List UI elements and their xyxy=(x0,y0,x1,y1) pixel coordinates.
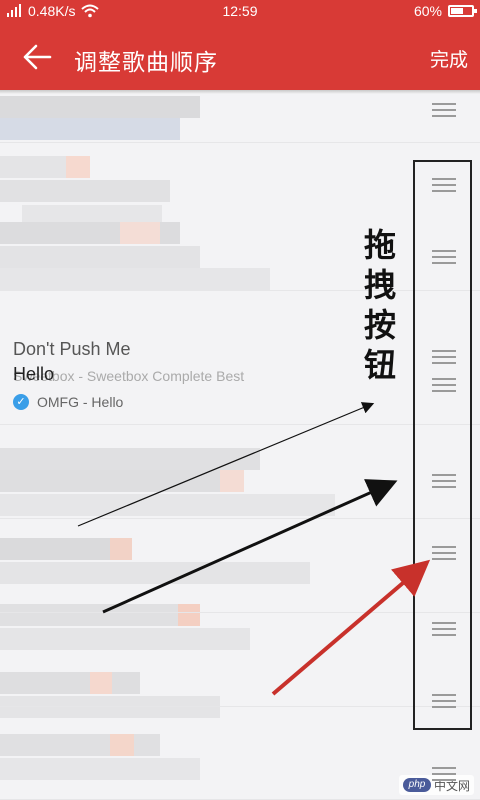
drag-handle-icon[interactable] xyxy=(432,694,456,708)
drag-handle-icon[interactable] xyxy=(432,250,456,264)
drag-handle-icon[interactable] xyxy=(432,474,456,488)
annotation-arrows xyxy=(77,402,431,696)
watermark-logo: php xyxy=(402,778,431,792)
drag-handle-icon[interactable] xyxy=(432,546,456,560)
drag-handle-icon[interactable] xyxy=(432,767,456,781)
drag-handle-icon[interactable] xyxy=(432,622,456,636)
drag-handle-icon[interactable] xyxy=(432,378,456,392)
annotation-arrow-thick xyxy=(102,479,398,614)
annotation-arrow-red xyxy=(271,559,431,696)
annotation-arrow-thin xyxy=(77,402,375,527)
drag-handle-icon[interactable] xyxy=(432,178,456,192)
drag-handle-icon[interactable] xyxy=(432,350,456,364)
drag-handle-icon[interactable] xyxy=(432,103,456,117)
